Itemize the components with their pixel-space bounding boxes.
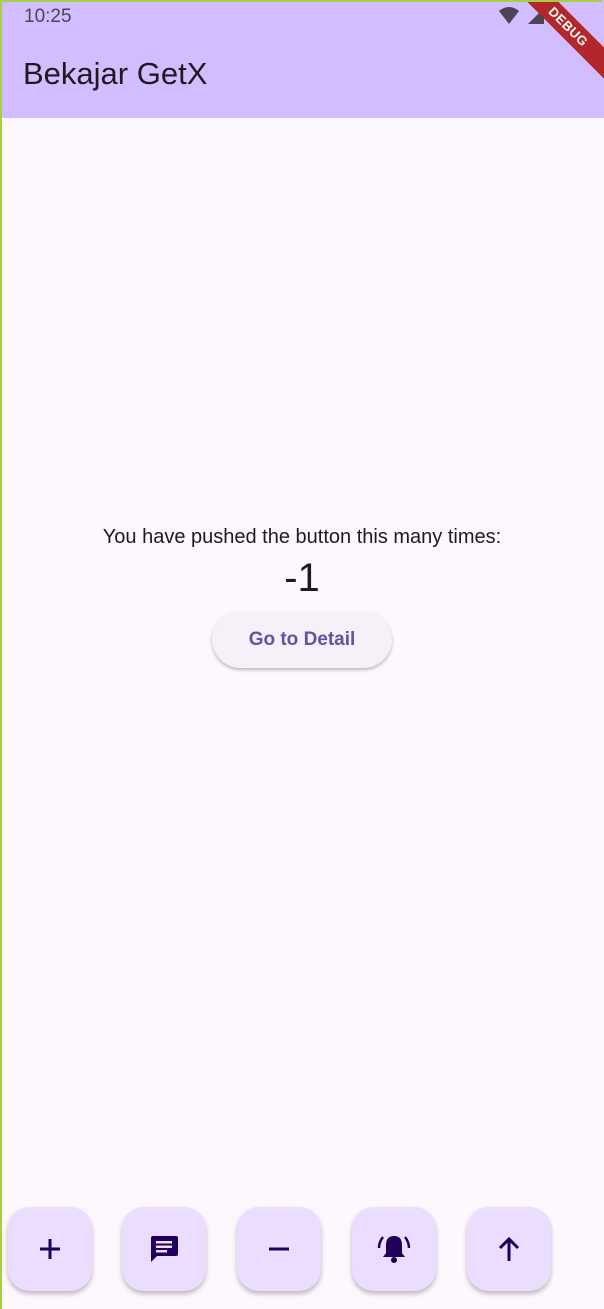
add-fab[interactable] <box>8 1207 92 1291</box>
go-to-detail-button[interactable]: Go to Detail <box>212 611 392 668</box>
counter-value: -1 <box>284 556 320 600</box>
message-icon <box>148 1233 180 1265</box>
navigate-fab[interactable] <box>467 1207 551 1291</box>
app-title: Bekajar GetX <box>23 56 208 91</box>
arrow-up-icon <box>496 1235 522 1263</box>
alarm-fab[interactable] <box>352 1207 436 1291</box>
wifi-icon <box>498 6 520 26</box>
status-time: 10:25 <box>24 6 72 27</box>
message-fab[interactable] <box>122 1207 206 1291</box>
remove-fab[interactable] <box>237 1207 321 1291</box>
app-bar: 10:25 Bekajar GetX DEBUG <box>0 0 604 118</box>
minus-icon <box>266 1236 292 1262</box>
plus-icon <box>37 1236 63 1262</box>
counter-message: You have pushed the button this many tim… <box>102 526 502 548</box>
bell-ringing-icon <box>377 1233 411 1265</box>
